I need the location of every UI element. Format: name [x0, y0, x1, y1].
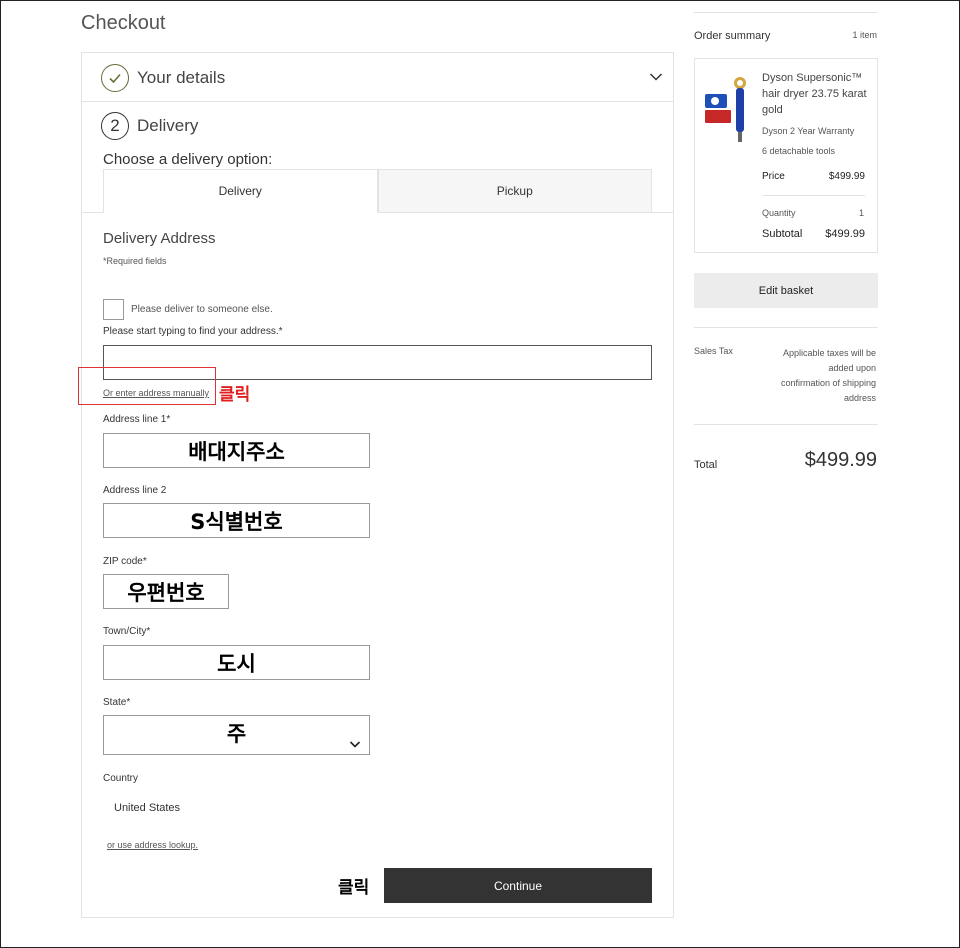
page-title: Checkout	[81, 12, 166, 34]
edit-basket-button[interactable]: Edit basket	[694, 273, 878, 308]
divider	[82, 101, 673, 102]
state-value: 주	[226, 722, 247, 746]
sales-tax-note: Applicable taxes will be added upon conf…	[780, 348, 876, 403]
subtotal-value: $499.99	[825, 228, 865, 240]
step-title: Your details	[137, 68, 226, 87]
divider	[694, 327, 878, 328]
subtotal-label: Subtotal	[762, 228, 803, 240]
item-count: 1 item	[852, 30, 877, 40]
divider	[694, 424, 878, 425]
step-number: 2	[101, 112, 129, 140]
price-value: $499.99	[828, 171, 865, 182]
someone-else-checkbox[interactable]	[103, 299, 124, 320]
chevron-down-icon[interactable]	[649, 69, 663, 87]
check-circle-icon	[101, 64, 129, 92]
required-note: *Required fields	[103, 256, 167, 266]
divider	[82, 212, 103, 213]
city-input[interactable]: 도시	[103, 645, 370, 680]
sales-tax-label: Sales Tax	[694, 346, 733, 356]
product-warranty: Dyson 2 Year Warranty	[762, 126, 855, 136]
product-tools: 6 detachable tools	[762, 146, 836, 156]
someone-else-label: Please deliver to someone else.	[131, 304, 273, 315]
address-title: Delivery Address	[103, 230, 216, 247]
tab-delivery[interactable]: Delivery	[103, 169, 378, 213]
step-delivery: 2 Delivery	[101, 112, 198, 140]
annotation-click-label: 클릭	[219, 385, 251, 405]
annotation-highlight-box	[78, 367, 216, 405]
chevron-down-icon	[349, 730, 361, 754]
address-lookup-link[interactable]: or use address lookup.	[107, 840, 198, 850]
choose-option-label: Choose a delivery option:	[103, 151, 273, 168]
country-value: United States	[114, 802, 181, 814]
step-title: Delivery	[137, 116, 199, 135]
total-value: $499.99	[804, 449, 877, 471]
tab-pickup[interactable]: Pickup	[377, 169, 652, 213]
enter-manually-link[interactable]: Or enter address manually	[103, 388, 209, 398]
zip-input[interactable]: 우편번호	[103, 574, 229, 609]
country-label: Country	[103, 773, 139, 784]
divider	[652, 212, 673, 213]
address2-input[interactable]: S식별번호	[103, 503, 370, 538]
city-label: Town/City*	[103, 626, 151, 637]
quantity-value: 1	[858, 208, 864, 218]
hair-dryer-image	[703, 74, 751, 146]
address1-label: Address line 1*	[103, 414, 171, 425]
continue-button[interactable]: Continue	[384, 868, 652, 903]
product-name: Dyson Supersonic™ hair dryer 23.75 karat…	[762, 72, 867, 116]
divider	[762, 195, 865, 196]
state-select[interactable]: 주	[103, 715, 370, 755]
lookup-label: Please start typing to find your address…	[103, 326, 283, 337]
delivery-tabs: Delivery Pickup	[103, 169, 652, 213]
state-label: State*	[103, 697, 131, 708]
zip-label: ZIP code*	[103, 556, 147, 567]
address1-input[interactable]: 배대지주소	[103, 433, 370, 468]
annotation-click-label: 클릭	[338, 878, 370, 898]
divider	[694, 12, 878, 13]
total-label: Total	[694, 459, 718, 471]
price-label: Price	[762, 171, 785, 182]
address2-label: Address line 2	[103, 485, 167, 496]
order-summary-title: Order summary	[694, 30, 771, 42]
quantity-label: Quantity	[762, 208, 796, 218]
step-your-details[interactable]: Your details	[101, 64, 663, 92]
